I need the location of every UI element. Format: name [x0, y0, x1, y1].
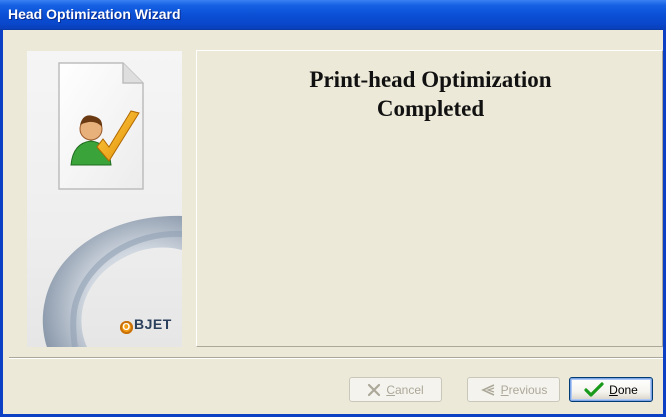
title-bar[interactable]: Head Optimization Wizard — [0, 0, 666, 30]
objet-logo: O BJET — [120, 316, 172, 334]
previous-button[interactable]: Previous — [467, 377, 560, 402]
window-title: Head Optimization Wizard — [8, 6, 181, 22]
done-mnemonic: D — [609, 382, 618, 397]
previous-mnemonic: P — [500, 382, 509, 397]
previous-label: Previous — [501, 383, 548, 397]
cancel-button[interactable]: Cancel — [349, 377, 442, 402]
done-button[interactable]: Done — [569, 377, 653, 402]
sidebar-banner: O BJET — [27, 51, 182, 347]
logo-o-mark: O — [120, 321, 133, 334]
content-panel: Print-head Optimization Completed — [196, 50, 663, 347]
wizard-window: Head Optimization Wizard O BJET Print-he… — [0, 0, 666, 417]
checkmark-icon — [584, 381, 604, 397]
cancel-mnemonic: C — [386, 382, 395, 397]
logo-text: BJET — [134, 316, 172, 332]
completion-heading: Print-head Optimization Completed — [197, 65, 664, 123]
cancel-label: Cancel — [386, 383, 423, 397]
heading-line-1: Print-head Optimization — [309, 67, 552, 92]
back-arrow-icon — [480, 383, 494, 396]
previous-label-rest: revious — [508, 382, 548, 397]
done-label: Done — [609, 383, 638, 397]
x-icon — [368, 383, 381, 396]
heading-line-2: Completed — [376, 96, 485, 121]
user-checkmark-document-icon — [58, 62, 144, 190]
dialog-body: O BJET Print-head Optimization Completed … — [3, 30, 663, 414]
cancel-label-rest: ancel — [394, 382, 424, 397]
button-divider — [9, 357, 663, 359]
done-label-rest: one — [617, 382, 638, 397]
